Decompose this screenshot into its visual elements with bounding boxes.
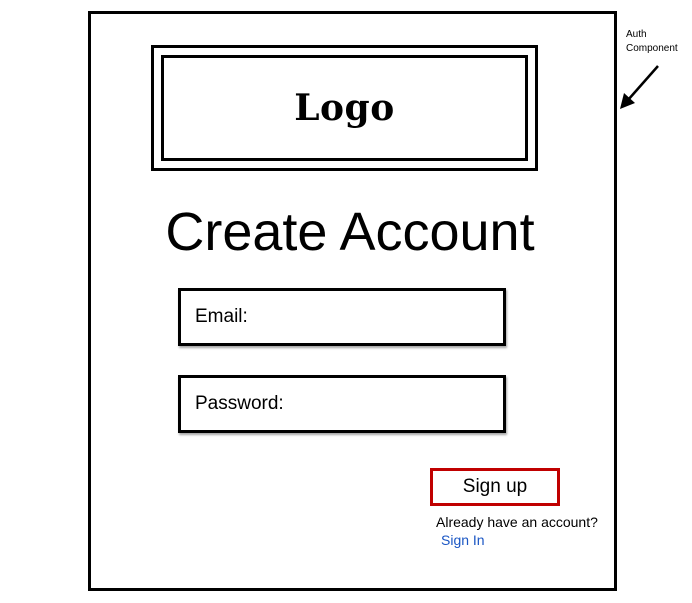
password-label: Password: — [195, 393, 284, 414]
password-field[interactable]: Password: — [178, 375, 506, 433]
logo-inner-box: Logo — [161, 55, 528, 161]
already-have-account-text: Already have an account? — [436, 514, 598, 530]
arrow-down-left-icon — [620, 65, 659, 109]
signin-link[interactable]: Sign In — [441, 532, 485, 548]
email-field[interactable]: Email: — [178, 288, 506, 346]
page-title: Create Account — [165, 202, 535, 262]
email-label: Email: — [195, 306, 248, 327]
annotation-line-1: Auth — [626, 29, 647, 40]
logo-box: Logo — [151, 45, 538, 171]
annotation-label: Auth Component — [626, 28, 678, 56]
signup-button[interactable]: Sign up — [430, 468, 560, 506]
annotation-line-2: Component — [626, 43, 678, 54]
logo-text: Logo — [294, 87, 395, 129]
